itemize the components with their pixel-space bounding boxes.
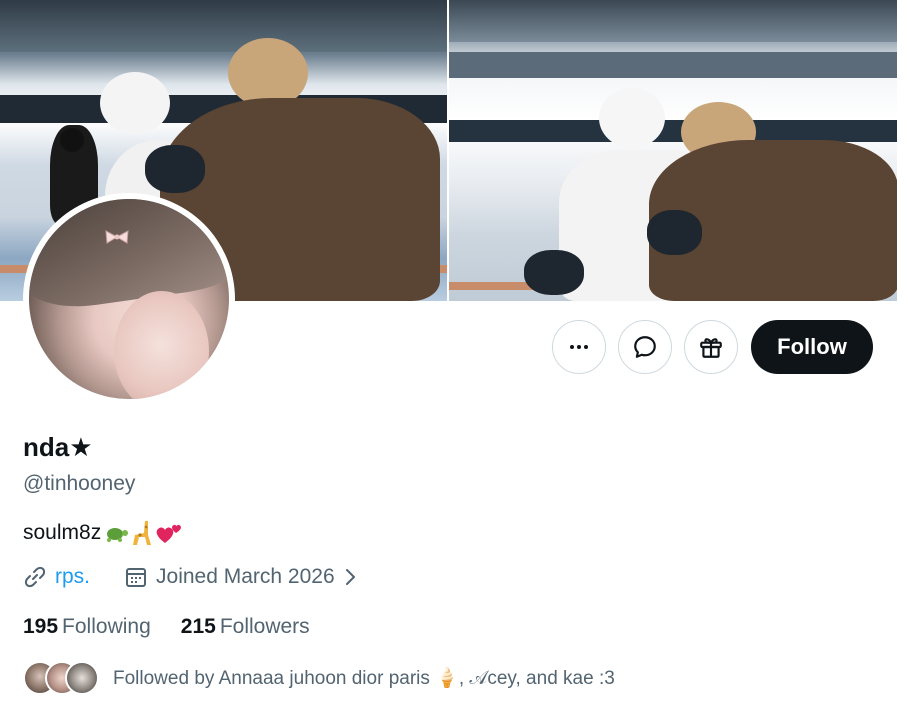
followers-label: Followers — [219, 615, 310, 638]
followed-by-text: Followed by Annaaa juhoon dior paris 🍦, … — [113, 668, 615, 689]
profile-meta: rps. Joined March 2026 — [23, 565, 359, 589]
more-button[interactable] — [552, 320, 606, 374]
chevron-right-icon — [345, 569, 355, 585]
gift-button[interactable] — [684, 320, 738, 374]
bio-text: soulm8z — [23, 521, 102, 544]
giraffe-icon — [133, 521, 152, 545]
joined-date[interactable]: Joined March 2026 — [124, 565, 359, 589]
mutual-avatar — [65, 661, 99, 695]
profile-link[interactable]: rps. — [23, 565, 90, 589]
bio-emojis — [103, 519, 183, 547]
profile-link-text[interactable]: rps. — [55, 565, 90, 589]
followed-by[interactable]: Followed by Annaaa juhoon dior paris 🍦, … — [23, 661, 615, 695]
followers-stat[interactable]: 215 Followers — [181, 615, 310, 639]
profile-avatar[interactable] — [23, 193, 235, 405]
turtle-icon — [107, 528, 129, 542]
banner-photo-right — [449, 0, 897, 301]
joined-text: Joined March 2026 — [156, 565, 335, 588]
link-icon — [24, 566, 46, 588]
gift-icon — [700, 338, 722, 358]
following-stat[interactable]: 195 Following — [23, 615, 151, 639]
profile-stats: 195 Following 215 Followers — [23, 615, 340, 639]
user-handle: @tinhooney — [23, 472, 136, 495]
following-label: Following — [62, 615, 151, 638]
bow-icon — [105, 230, 129, 244]
follow-button[interactable]: Follow — [751, 320, 873, 374]
profile-bio: soulm8z — [23, 519, 183, 547]
message-icon — [634, 336, 656, 358]
following-count: 195 — [23, 615, 59, 638]
mutual-avatars — [23, 661, 99, 695]
display-name: nda★ — [23, 432, 93, 462]
calendar-icon — [126, 568, 147, 587]
more-horizontal-icon — [570, 345, 588, 349]
avatar-image — [29, 199, 229, 399]
two-hearts-icon — [156, 524, 182, 543]
followers-count: 215 — [180, 615, 216, 638]
message-button[interactable] — [618, 320, 672, 374]
